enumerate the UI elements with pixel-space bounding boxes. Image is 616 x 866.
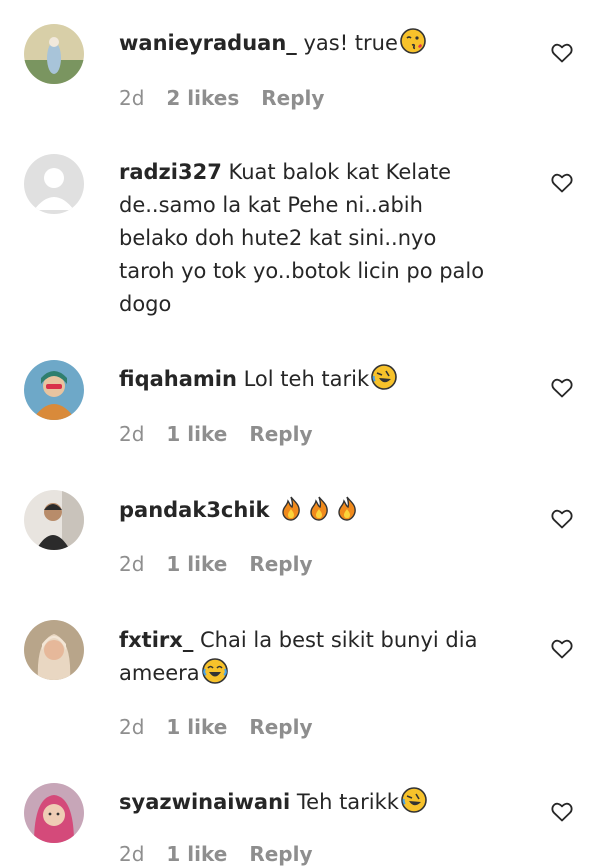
- reply-button[interactable]: Reply: [249, 715, 312, 739]
- comment-username[interactable]: pandak3chik: [119, 498, 270, 522]
- comment-time: 2d: [119, 86, 145, 110]
- comment-meta: 2d 1 like Reply: [119, 552, 335, 576]
- reply-button[interactable]: Reply: [249, 552, 312, 576]
- heart-outline-icon[interactable]: [550, 637, 574, 661]
- avatar[interactable]: [24, 490, 84, 550]
- fire-emoji-icon: [306, 495, 332, 521]
- likes-count[interactable]: 1 like: [166, 842, 227, 866]
- fire-emoji-icon: [278, 495, 304, 521]
- comment-text: radzi327 Kuat balok kat Kelate de..samo …: [119, 156, 489, 321]
- heart-outline-icon[interactable]: [550, 800, 574, 824]
- comment-username[interactable]: syazwinaiwani: [119, 790, 290, 814]
- comment-username[interactable]: fiqahamin: [119, 367, 237, 391]
- comment-body: yas! true: [296, 31, 398, 55]
- winking-kiss-emoji-icon: [400, 28, 426, 54]
- avatar[interactable]: [24, 154, 84, 214]
- comment-text: wanieyraduan_ yas! true: [119, 27, 489, 60]
- heart-outline-icon[interactable]: [550, 41, 574, 65]
- comment-username[interactable]: fxtirx_: [119, 628, 193, 652]
- comment-body: [270, 498, 277, 522]
- reply-button[interactable]: Reply: [249, 422, 312, 446]
- rofl-emoji-icon: [401, 787, 427, 813]
- comment-time: 2d: [119, 842, 145, 866]
- comment-username[interactable]: radzi327: [119, 160, 222, 184]
- likes-count[interactable]: 2 likes: [166, 86, 239, 110]
- heart-outline-icon[interactable]: [550, 507, 574, 531]
- comment-body: Teh tarikk: [290, 790, 399, 814]
- likes-count[interactable]: 1 like: [166, 552, 227, 576]
- avatar[interactable]: [24, 620, 84, 680]
- comment-text: pandak3chik: [119, 494, 489, 527]
- comment-meta: 2d 1 like Reply: [119, 422, 335, 446]
- avatar[interactable]: [24, 783, 84, 843]
- comment-text: fxtirx_ Chai la best sikit bunyi dia ame…: [119, 624, 489, 690]
- comment-meta: 2d 1 like Reply: [119, 842, 335, 866]
- comment-time: 2d: [119, 715, 145, 739]
- heart-outline-icon[interactable]: [550, 376, 574, 400]
- reply-button[interactable]: Reply: [261, 86, 324, 110]
- heart-outline-icon[interactable]: [550, 171, 574, 195]
- comment-text: fiqahamin Lol teh tarik: [119, 363, 489, 396]
- comment-time: 2d: [119, 422, 145, 446]
- avatar[interactable]: [24, 360, 84, 420]
- likes-count[interactable]: 1 like: [166, 422, 227, 446]
- reply-button[interactable]: Reply: [249, 842, 312, 866]
- likes-count[interactable]: 1 like: [166, 715, 227, 739]
- comment-text: syazwinaiwani Teh tarikk: [119, 786, 489, 819]
- laughing-tears-emoji-icon: [201, 658, 228, 684]
- comment-body: Lol teh tarik: [236, 367, 370, 391]
- comment-username[interactable]: wanieyraduan_: [119, 31, 297, 55]
- comment-meta: 2d 2 likes Reply: [119, 86, 346, 110]
- fire-emoji-icon: [334, 495, 360, 521]
- rofl-emoji-icon: [371, 364, 397, 390]
- comment-meta: 2d 1 like Reply: [119, 715, 335, 739]
- avatar[interactable]: [24, 24, 84, 84]
- comment-time: 2d: [119, 552, 145, 576]
